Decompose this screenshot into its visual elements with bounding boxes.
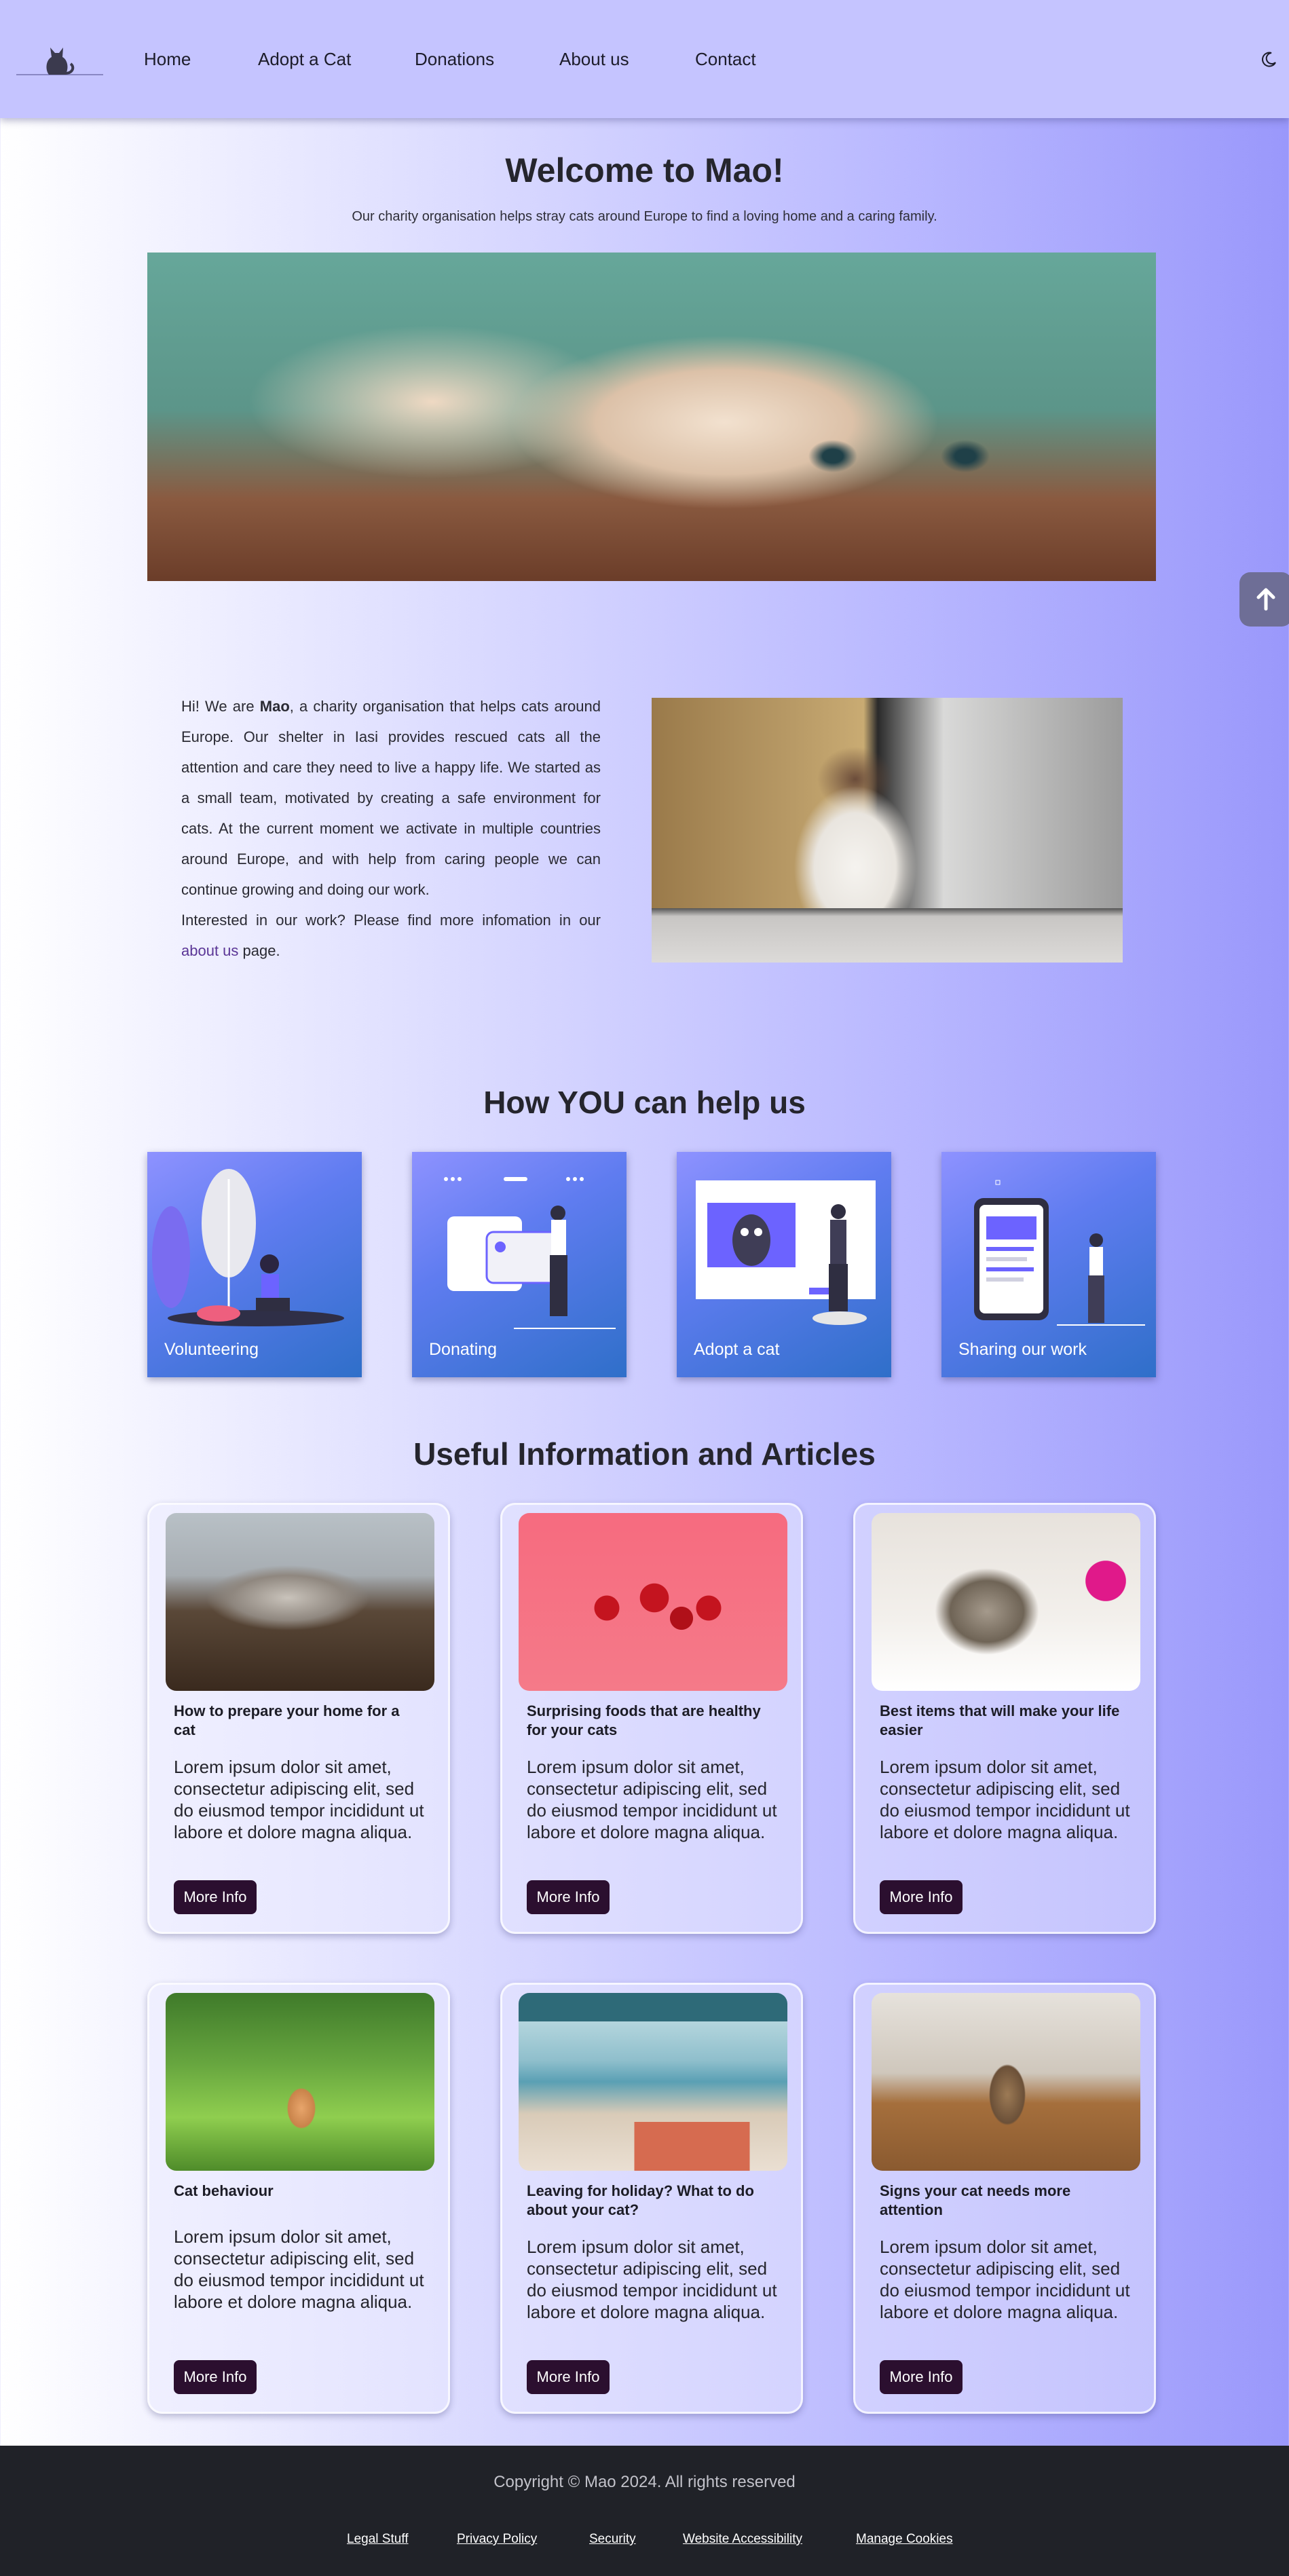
moon-icon[interactable] [1259,50,1278,69]
help-section-title: How YOU can help us [483,1085,806,1120]
article-image-foods [519,1513,787,1691]
more-info-button[interactable]: More Info [527,1880,610,1914]
article-title: Leaving for holiday? What to do about yo… [527,2182,754,2218]
page-title: Welcome to Mao! [505,151,784,189]
help-card-volunteering[interactable]: Volunteering [147,1152,362,1377]
article-card: How to prepare your home for a cat Lorem… [147,1503,450,1934]
navbar: Home Adopt a Cat Donations About us Cont… [0,0,1289,118]
article-title: How to prepare your home for a cat [174,1702,400,1738]
about-cat-image [652,698,1123,963]
article-card: Best items that will make your life easi… [853,1503,1156,1934]
nav-link-adopt[interactable]: Adopt a Cat [258,49,351,70]
help-label-volunteering: Volunteering [164,1340,259,1359]
article-image-home [166,1513,434,1691]
help-card-donating[interactable]: Donating [412,1152,627,1377]
more-info-button[interactable]: More Info [174,1880,257,1914]
help-card-adopt[interactable]: Adopt a cat [677,1152,891,1377]
help-label-donating: Donating [429,1340,498,1359]
more-info-button[interactable]: More Info [880,2360,963,2394]
about-paragraph: Hi! We are Mao, a charity organisation t… [181,691,601,966]
more-info-button[interactable]: More Info [527,2360,610,2394]
nav-link-contact[interactable]: Contact [695,49,756,70]
nav-link-donations[interactable]: Donations [415,49,494,70]
footer-link-cookies[interactable]: Manage Cookies [856,2532,953,2547]
footer: Copyright © Mao 2024. All rights reserve… [0,2446,1289,2576]
copyright-text: Copyright © Mao 2024. All rights reserve… [493,2473,796,2491]
about-intro: Hi! We are [181,698,260,715]
help-label-adopt: Adopt a cat [694,1340,780,1359]
article-card: Surprising foods that are healthy for yo… [500,1503,803,1934]
article-body: Lorem ipsum dolor sit amet, consectetur … [174,2226,424,2312]
article-title: Surprising foods that are healthy for yo… [527,1702,761,1738]
scroll-to-top-button[interactable] [1239,572,1289,627]
article-body: Lorem ipsum dolor sit amet, consectetur … [174,1757,424,1842]
article-title: Signs your cat needs more attention [880,2182,1071,2218]
article-image-items [872,1513,1140,1691]
footer-link-security[interactable]: Security [589,2532,636,2547]
hero-cat-image [147,253,1156,581]
article-body: Lorem ipsum dolor sit amet, consectetur … [527,2237,777,2322]
articles-section-title: Useful Information and Articles [413,1436,876,1472]
about-interest: Interested in our work? Please find more… [181,912,601,929]
nav-link-about[interactable]: About us [559,49,629,70]
about-end: page. [238,942,280,959]
arrow-up-icon [1256,588,1275,611]
footer-link-privacy[interactable]: Privacy Policy [457,2532,537,2547]
about-name: Mao [259,698,290,715]
article-body: Lorem ipsum dolor sit amet, consectetur … [880,2237,1130,2322]
about-us-link[interactable]: about us [181,942,238,959]
article-title: Cat behaviour [174,2182,274,2199]
about-body: , a charity organisation that helps cats… [181,698,601,898]
more-info-button[interactable]: More Info [880,1880,963,1914]
help-card-sharing[interactable]: Sharing our work [941,1152,1156,1377]
help-label-sharing: Sharing our work [958,1340,1087,1359]
more-info-button[interactable]: More Info [174,2360,257,2394]
article-image-holiday [519,1993,787,2171]
footer-link-accessibility[interactable]: Website Accessibility [683,2532,802,2547]
article-image-behaviour [166,1993,434,2171]
hero-subtitle: Our charity organisation helps stray cat… [352,209,937,224]
article-card: Cat behaviour Lorem ipsum dolor sit amet… [147,1983,450,2414]
article-body: Lorem ipsum dolor sit amet, consectetur … [527,1757,777,1842]
article-title: Best items that will make your life easi… [880,1702,1120,1738]
article-card: Signs your cat needs more attention Lore… [853,1983,1156,2414]
article-image-attention [872,1993,1140,2171]
article-body: Lorem ipsum dolor sit amet, consectetur … [880,1757,1130,1842]
article-card: Leaving for holiday? What to do about yo… [500,1983,803,2414]
cat-logo-icon[interactable] [16,39,103,77]
nav-link-home[interactable]: Home [144,49,191,70]
footer-link-legal[interactable]: Legal Stuff [347,2532,409,2547]
